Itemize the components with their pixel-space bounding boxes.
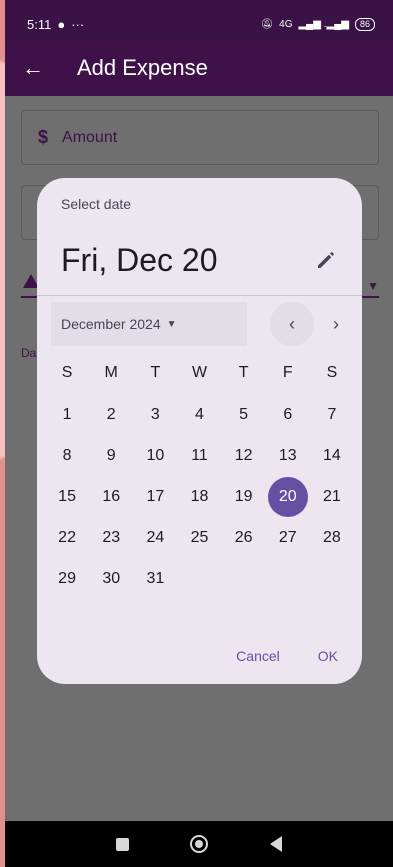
calendar-day[interactable]: 29: [45, 559, 89, 599]
app-bar: ← Add Expense: [5, 40, 393, 96]
phone-screen: 5:11 ● ··· 🔕︎ 4G ▂▄▆ .▂▄▆ 86 ← Add Expen…: [5, 0, 393, 867]
calendar-day[interactable]: 7: [310, 395, 354, 435]
dollar-icon: $: [38, 127, 49, 147]
calendar-day[interactable]: 4: [177, 395, 221, 435]
network-type: 4G: [279, 18, 293, 30]
calendar-day[interactable]: 30: [89, 559, 133, 599]
weekday-label: S: [326, 364, 338, 381]
status-time: 5:11: [27, 16, 52, 32]
calendar-day[interactable]: 3: [133, 395, 177, 435]
weekday-label: T: [238, 364, 249, 381]
mute-icon: 🔕︎: [260, 18, 274, 30]
calendar-day[interactable]: 1: [45, 395, 89, 435]
system-nav-bar: [5, 821, 393, 867]
calendar-weeks: 1 2 3 4 5 6 7 8 9 10 11 12 13 14 15 16 17 18 19 20 21 22 23 24 2…: [45, 394, 354, 599]
calendar-week-row: 8 9 10 11 12 13 14: [45, 435, 354, 476]
pencil-edit-icon[interactable]: [314, 248, 338, 272]
calendar-day[interactable]: 26: [222, 518, 266, 558]
nav-back-icon[interactable]: [270, 836, 283, 852]
calendar-week-row: 29 30 31: [45, 558, 354, 599]
calendar-day[interactable]: 31: [133, 559, 177, 599]
weekday-label: W: [191, 364, 208, 381]
calendar-day[interactable]: 13: [266, 436, 310, 476]
calendar-day[interactable]: 5: [222, 395, 266, 435]
calendar-day[interactable]: 9: [89, 436, 133, 476]
dropdown-arrow-icon: ▼: [166, 318, 177, 330]
calendar-day[interactable]: 10: [133, 436, 177, 476]
chat-bubble-icon: ●: [57, 16, 66, 32]
back-arrow-icon[interactable]: ←: [5, 55, 61, 81]
dialog-subtitle: Select date: [61, 196, 132, 212]
month-year-selector[interactable]: December 2024 ▼: [51, 302, 247, 346]
date-label: Da: [21, 346, 37, 360]
dialog-header: Select date Fri, Dec 20: [37, 178, 362, 295]
dropdown-arrow-icon[interactable]: ▼: [367, 279, 379, 293]
date-picker-dialog: Select date Fri, Dec 20 December 2024 ▼ …: [37, 178, 362, 684]
month-navigation-row: December 2024 ▼ ‹ ›: [37, 296, 362, 352]
month-year-label: December 2024: [61, 316, 161, 332]
page-title: Add Expense: [77, 55, 208, 80]
weekday-label: M: [104, 364, 118, 381]
calendar-day[interactable]: 2: [89, 395, 133, 435]
ok-button[interactable]: OK: [314, 644, 342, 668]
weekday-label: T: [150, 364, 161, 381]
calendar-day[interactable]: 16: [89, 477, 133, 517]
empty-day-cell: [222, 559, 266, 599]
calendar-day[interactable]: 27: [266, 518, 310, 558]
weekday-header-row: SMTWTFS: [45, 352, 354, 394]
calendar-day[interactable]: 22: [45, 518, 89, 558]
empty-day-cell: [266, 559, 310, 599]
previous-month-button[interactable]: ‹: [270, 302, 314, 346]
cancel-button[interactable]: Cancel: [232, 644, 284, 668]
battery-indicator: 86: [354, 17, 375, 31]
selected-day[interactable]: 20: [267, 476, 308, 517]
selected-date-headline: Fri, Dec 20: [61, 242, 218, 278]
calendar-day[interactable]: 11: [177, 436, 221, 476]
calendar-week-row: 15 16 17 18 19 20 21: [45, 476, 354, 517]
chevron-right-icon: ›: [333, 313, 339, 334]
calendar-day[interactable]: 8: [45, 436, 89, 476]
weekday-label: S: [61, 364, 73, 381]
empty-day-cell: [177, 559, 221, 599]
recents-icon[interactable]: [115, 837, 129, 851]
calendar-day[interactable]: 23: [89, 518, 133, 558]
calendar-day[interactable]: 21: [310, 477, 354, 517]
calendar-day[interactable]: 6: [266, 395, 310, 435]
calendar-day[interactable]: 19: [222, 477, 266, 517]
empty-day-cell: [310, 559, 354, 599]
weekday-label: F: [282, 364, 293, 381]
calendar-day[interactable]: 14: [310, 436, 354, 476]
calendar-day[interactable]: 25: [177, 518, 221, 558]
next-month-button[interactable]: ›: [314, 302, 358, 346]
calendar-day[interactable]: 15: [45, 477, 89, 517]
dialog-actions: Cancel OK: [232, 644, 342, 668]
calendar-day[interactable]: 12: [222, 436, 266, 476]
calendar-week-row: 1234567: [45, 394, 354, 435]
status-dots: ···: [71, 16, 85, 32]
calendar-day[interactable]: 18: [177, 477, 221, 517]
calendar-day[interactable]: 28: [310, 518, 354, 558]
amount-field[interactable]: $ Amount: [21, 110, 379, 165]
amount-label: Amount: [62, 128, 118, 146]
calendar-grid: SMTWTFS 1 2 3 4 5 6 7 8 9 10 11 12 13 14 15 16 17 18 19 20 2…: [37, 352, 362, 599]
calendar-day[interactable]: 17: [133, 477, 177, 517]
calendar-day[interactable]: 24: [133, 518, 177, 558]
signal-icon: ▂▄▆ .▂▄▆: [298, 18, 349, 30]
chevron-left-icon: ‹: [289, 313, 295, 334]
calendar-week-row: 22 23 24 25 26 27 28: [45, 517, 354, 558]
home-icon[interactable]: [190, 835, 209, 853]
